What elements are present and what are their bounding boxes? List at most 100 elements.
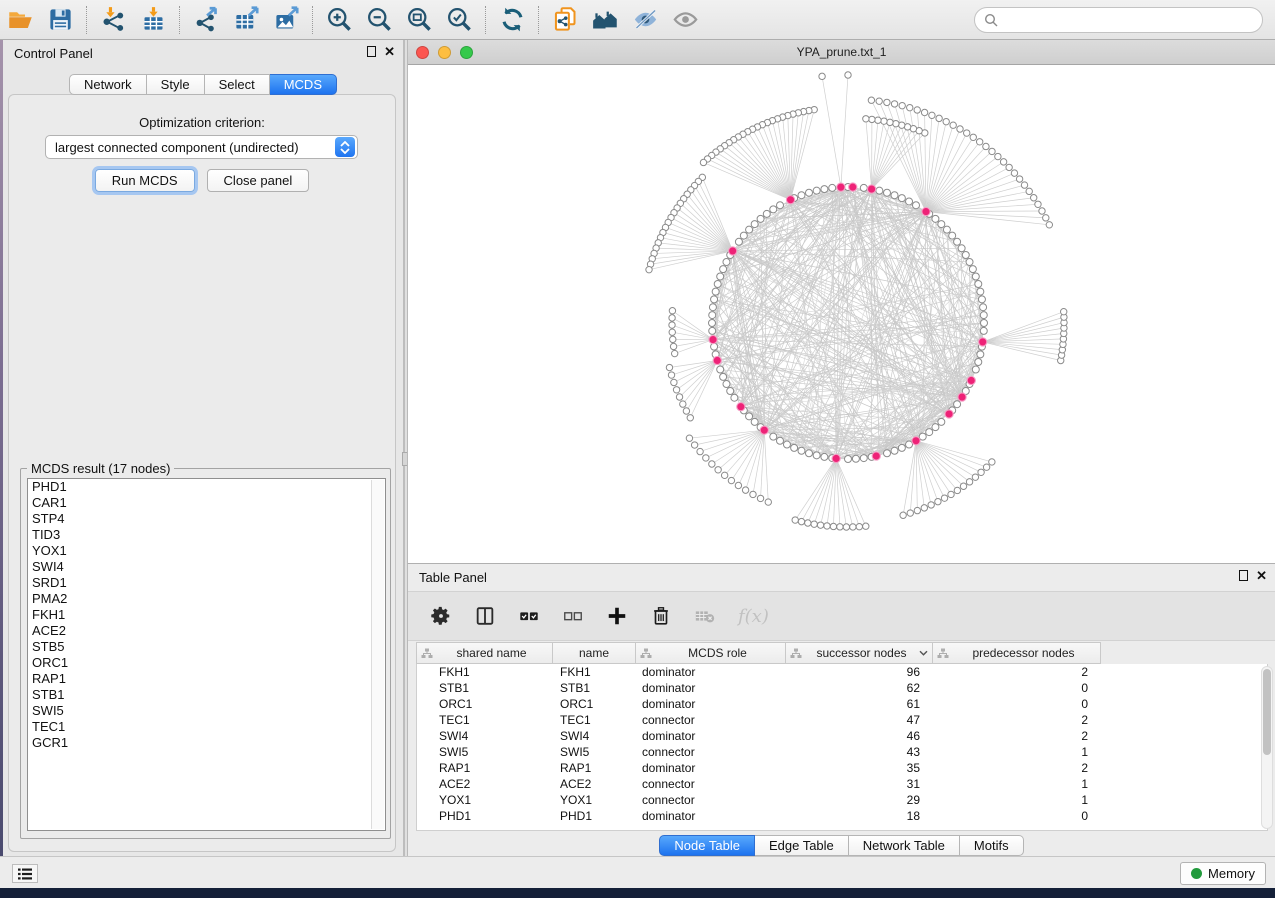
- network-node[interactable]: [1016, 176, 1022, 182]
- network-node[interactable]: [805, 520, 811, 526]
- network-node[interactable]: [980, 304, 987, 311]
- network-node[interactable]: [786, 196, 794, 204]
- network-node[interactable]: [983, 143, 989, 149]
- network-node[interactable]: [1021, 182, 1027, 188]
- network-node[interactable]: [813, 452, 820, 459]
- deselect-all-rows-icon[interactable]: [562, 605, 584, 627]
- network-node[interactable]: [1026, 188, 1032, 194]
- network-node[interactable]: [907, 510, 913, 516]
- network-node[interactable]: [697, 448, 703, 454]
- table-cell[interactable]: connector: [637, 777, 787, 791]
- network-node[interactable]: [723, 381, 730, 388]
- network-node[interactable]: [717, 273, 724, 280]
- network-node[interactable]: [869, 116, 875, 122]
- network-node[interactable]: [668, 372, 674, 378]
- network-node[interactable]: [943, 118, 949, 124]
- network-node[interactable]: [863, 523, 869, 529]
- table-row[interactable]: ACE2ACE2connector311: [417, 776, 1267, 792]
- delete-column-icon[interactable]: [650, 605, 672, 627]
- table-cell[interactable]: connector: [637, 793, 787, 807]
- network-node[interactable]: [863, 116, 869, 122]
- network-node[interactable]: [850, 524, 856, 530]
- column-chooser-icon[interactable]: [474, 605, 496, 627]
- network-node[interactable]: [760, 426, 768, 434]
- list-scrollbar-track[interactable]: [371, 480, 384, 829]
- network-node[interactable]: [932, 215, 939, 222]
- network-node[interactable]: [884, 450, 891, 457]
- network-node[interactable]: [700, 159, 706, 165]
- network-node[interactable]: [670, 336, 676, 342]
- mcds-result-item[interactable]: SRD1: [28, 575, 385, 591]
- tab-network-table[interactable]: Network Table: [849, 835, 960, 856]
- network-node[interactable]: [763, 210, 770, 217]
- network-node[interactable]: [709, 461, 715, 467]
- network-window-titlebar[interactable]: YPA_prune.txt_1: [408, 40, 1275, 65]
- mcds-result-item[interactable]: GCR1: [28, 735, 385, 751]
- export-table-icon[interactable]: [226, 3, 266, 37]
- network-node[interactable]: [711, 343, 718, 350]
- network-node[interactable]: [817, 522, 823, 528]
- network-node[interactable]: [798, 518, 804, 524]
- network-node[interactable]: [720, 373, 727, 380]
- network-node[interactable]: [957, 126, 963, 132]
- network-node[interactable]: [943, 226, 950, 233]
- network-node[interactable]: [972, 273, 979, 280]
- close-panel-icon[interactable]: ✕: [384, 46, 395, 57]
- tab-mcds[interactable]: MCDS: [270, 74, 337, 95]
- network-node[interactable]: [783, 441, 790, 448]
- network-node[interactable]: [914, 107, 920, 113]
- network-node[interactable]: [926, 429, 933, 436]
- network-node[interactable]: [868, 185, 876, 193]
- optimization-criterion-select[interactable]: largest connected component (undirected): [45, 135, 358, 159]
- network-node[interactable]: [980, 312, 987, 319]
- table-cell[interactable]: ORC1: [554, 697, 637, 711]
- network-node[interactable]: [845, 456, 852, 463]
- table-cell[interactable]: 96: [787, 665, 934, 679]
- copy-network-icon[interactable]: [545, 3, 585, 37]
- network-node[interactable]: [669, 308, 675, 314]
- table-cell[interactable]: 0: [934, 809, 1102, 823]
- network-node[interactable]: [727, 388, 734, 395]
- mcds-result-item[interactable]: ORC1: [28, 655, 385, 671]
- network-node[interactable]: [819, 73, 825, 79]
- mcds-result-item[interactable]: RAP1: [28, 671, 385, 687]
- run-mcds-button[interactable]: Run MCDS: [95, 169, 195, 192]
- save-session-icon[interactable]: [40, 3, 80, 37]
- network-node[interactable]: [849, 183, 857, 191]
- network-node[interactable]: [713, 356, 721, 364]
- network-node[interactable]: [906, 198, 913, 205]
- tab-motifs[interactable]: Motifs: [960, 835, 1024, 856]
- mcds-result-item[interactable]: PMA2: [28, 591, 385, 607]
- network-node[interactable]: [921, 505, 927, 511]
- network-node[interactable]: [976, 139, 982, 145]
- table-cell[interactable]: 2: [934, 729, 1102, 743]
- network-node[interactable]: [777, 202, 784, 209]
- network-node[interactable]: [960, 483, 966, 489]
- network-node[interactable]: [746, 413, 753, 420]
- network-node[interactable]: [875, 117, 881, 123]
- network-node[interactable]: [811, 521, 817, 527]
- network-node[interactable]: [922, 207, 930, 215]
- network-node[interactable]: [899, 122, 905, 128]
- network-node[interactable]: [735, 482, 741, 488]
- network-node[interactable]: [1006, 164, 1012, 170]
- network-node[interactable]: [938, 221, 945, 228]
- open-file-icon[interactable]: [0, 3, 40, 37]
- table-cell[interactable]: RAP1: [554, 761, 637, 775]
- network-node[interactable]: [914, 507, 920, 513]
- mcds-result-item[interactable]: PHD1: [28, 479, 385, 495]
- table-cell[interactable]: 1: [934, 777, 1102, 791]
- search-field[interactable]: [974, 7, 1263, 33]
- table-cell[interactable]: YOX1: [417, 793, 554, 807]
- network-node[interactable]: [900, 512, 906, 518]
- network-node[interactable]: [686, 435, 692, 441]
- network-node[interactable]: [821, 453, 828, 460]
- network-node[interactable]: [746, 226, 753, 233]
- network-node[interactable]: [646, 266, 652, 272]
- network-node[interactable]: [709, 327, 716, 334]
- import-network-icon[interactable]: [93, 3, 133, 37]
- network-node[interactable]: [792, 517, 798, 523]
- network-node[interactable]: [824, 523, 830, 529]
- table-row[interactable]: PHD1PHD1dominator180: [417, 808, 1267, 824]
- table-cell[interactable]: TEC1: [554, 713, 637, 727]
